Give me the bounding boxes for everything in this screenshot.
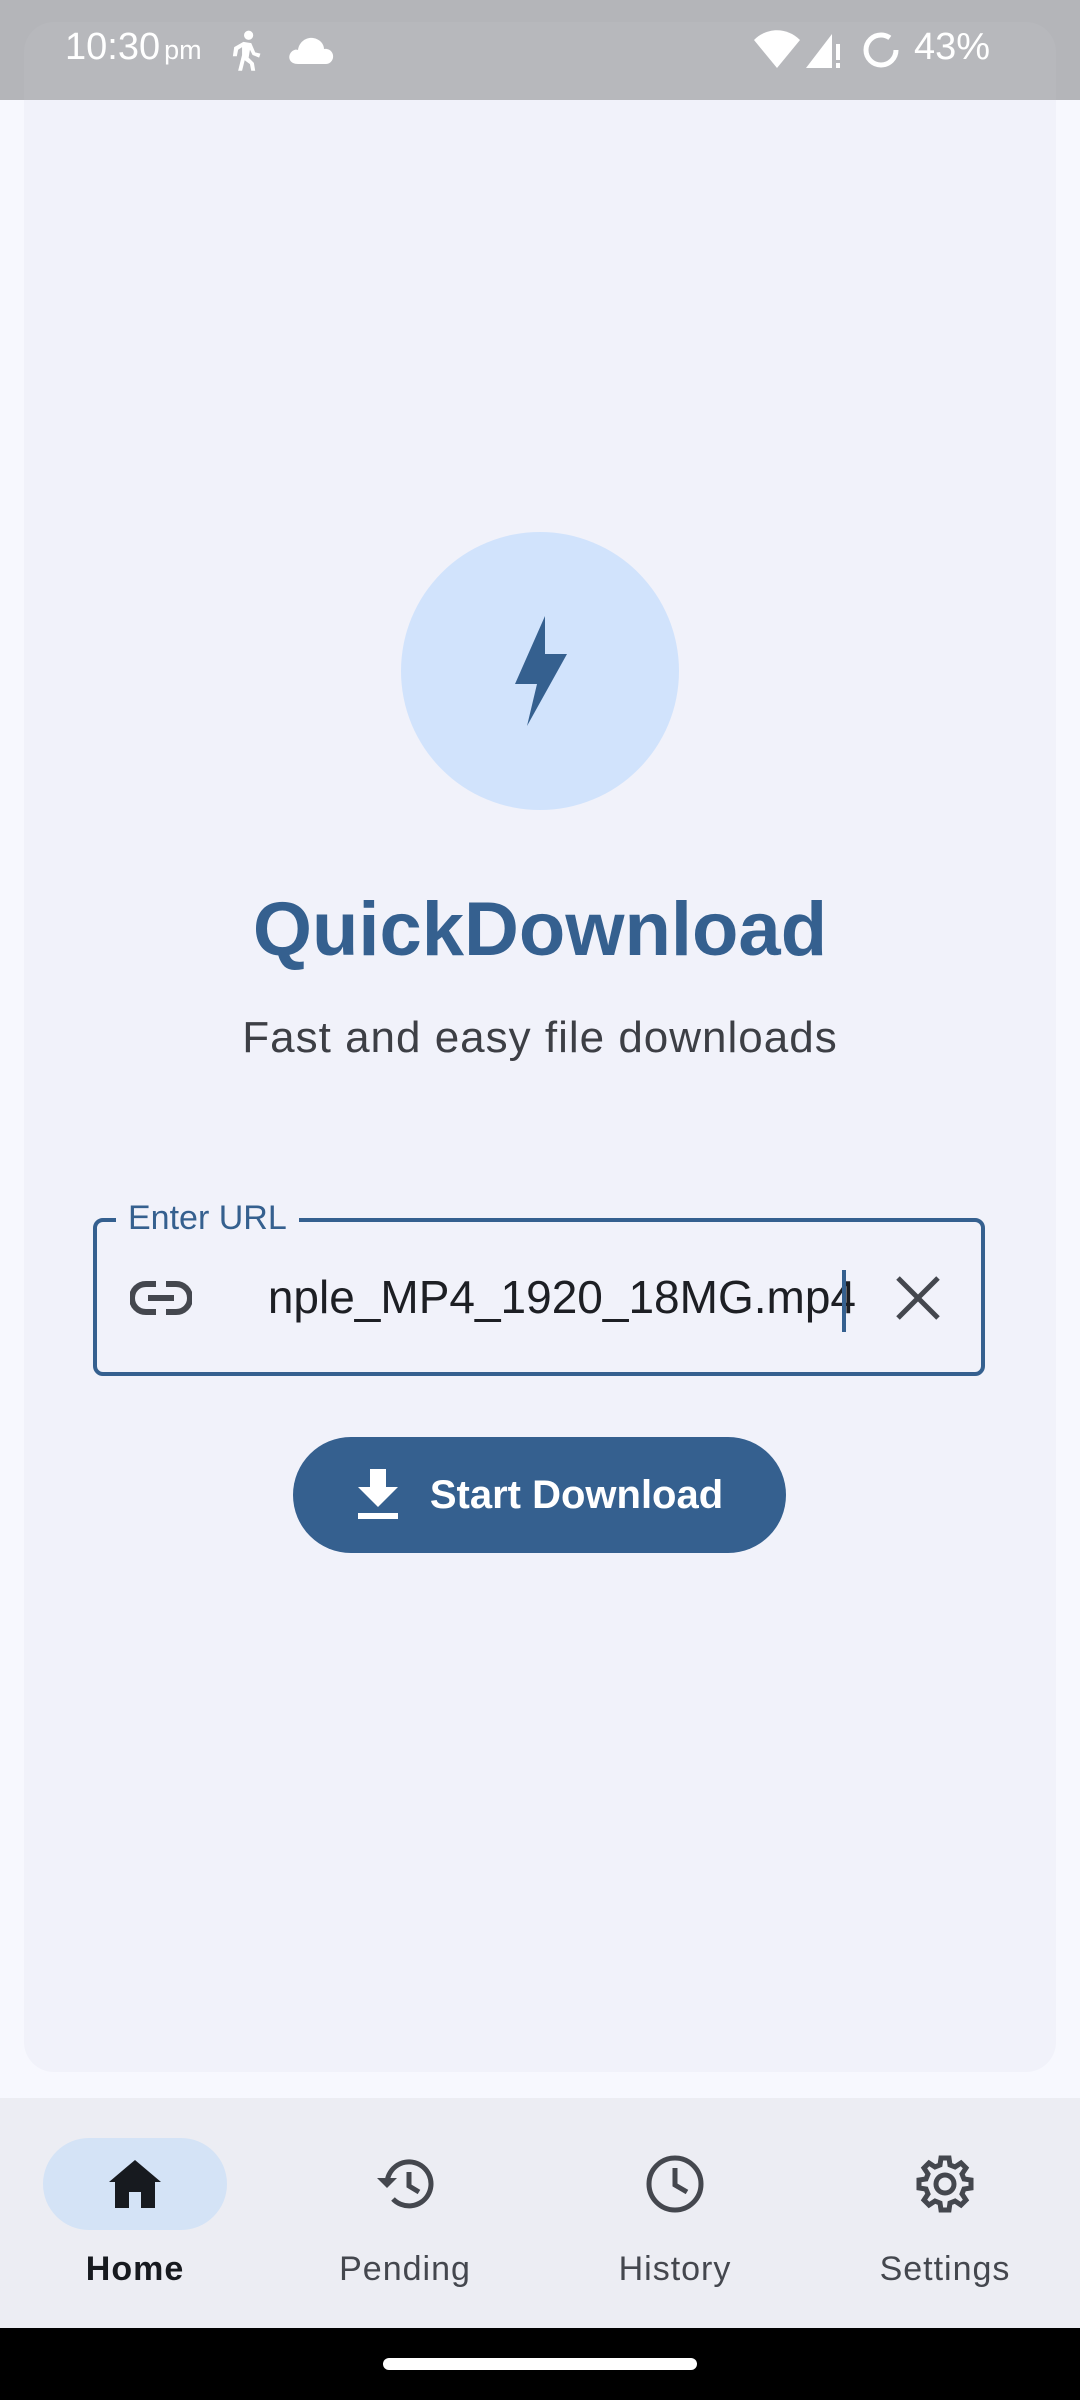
cell-signal-icon bbox=[806, 34, 840, 68]
url-input[interactable] bbox=[228, 1262, 856, 1332]
start-download-button[interactable]: Start Download bbox=[293, 1437, 786, 1553]
cloud-icon bbox=[289, 37, 334, 64]
download-icon bbox=[357, 1469, 398, 1519]
text-cursor bbox=[842, 1270, 846, 1332]
status-time-ampm: pm bbox=[164, 35, 202, 65]
download-icon-wrap bbox=[356, 1469, 400, 1521]
lightning-bolt-icon bbox=[515, 616, 567, 726]
home-icon bbox=[109, 2160, 161, 2208]
app-subtitle: Fast and easy file downloads bbox=[242, 1013, 838, 1062]
nav-label-pending: Pending bbox=[339, 2250, 471, 2288]
nav-item-settings[interactable]: Settings bbox=[845, 2138, 1045, 2298]
nav-indicator-settings bbox=[853, 2138, 1037, 2230]
close-icon[interactable] bbox=[894, 1272, 942, 1324]
wifi-icon bbox=[754, 30, 800, 68]
link-icon bbox=[130, 1281, 192, 1315]
clock-icon bbox=[646, 2155, 704, 2213]
walking-icon bbox=[232, 30, 261, 71]
nav-indicator-history bbox=[583, 2138, 767, 2230]
nav-label-history: History bbox=[618, 2250, 732, 2288]
nav-item-home[interactable]: Home bbox=[35, 2138, 235, 2298]
url-field-label: Enter URL bbox=[116, 1196, 299, 1240]
gesture-handle[interactable] bbox=[383, 2358, 697, 2370]
app-title: QuickDownload bbox=[252, 887, 828, 972]
start-download-label: Start Download bbox=[429, 1472, 724, 1517]
nav-indicator-pending bbox=[313, 2138, 497, 2230]
history-icon bbox=[377, 2159, 434, 2209]
gear-icon bbox=[916, 2155, 974, 2213]
status-bar: 10:30 pm 43% bbox=[0, 0, 1080, 100]
nav-item-pending[interactable]: Pending bbox=[305, 2138, 505, 2298]
nav-label-home: Home bbox=[85, 2250, 185, 2288]
nav-active-indicator bbox=[43, 2138, 227, 2230]
battery-percent: 43% bbox=[914, 26, 991, 68]
battery-saver-icon bbox=[863, 32, 899, 68]
nav-label-settings: Settings bbox=[879, 2250, 1011, 2288]
status-time-value: 10:30 bbox=[65, 26, 161, 68]
status-time: 10:30 pm bbox=[65, 26, 202, 69]
main-card bbox=[24, 100, 1056, 2072]
nav-item-history[interactable]: History bbox=[575, 2138, 775, 2298]
app-logo bbox=[401, 532, 679, 810]
gesture-navigation-area bbox=[0, 2328, 1080, 2400]
